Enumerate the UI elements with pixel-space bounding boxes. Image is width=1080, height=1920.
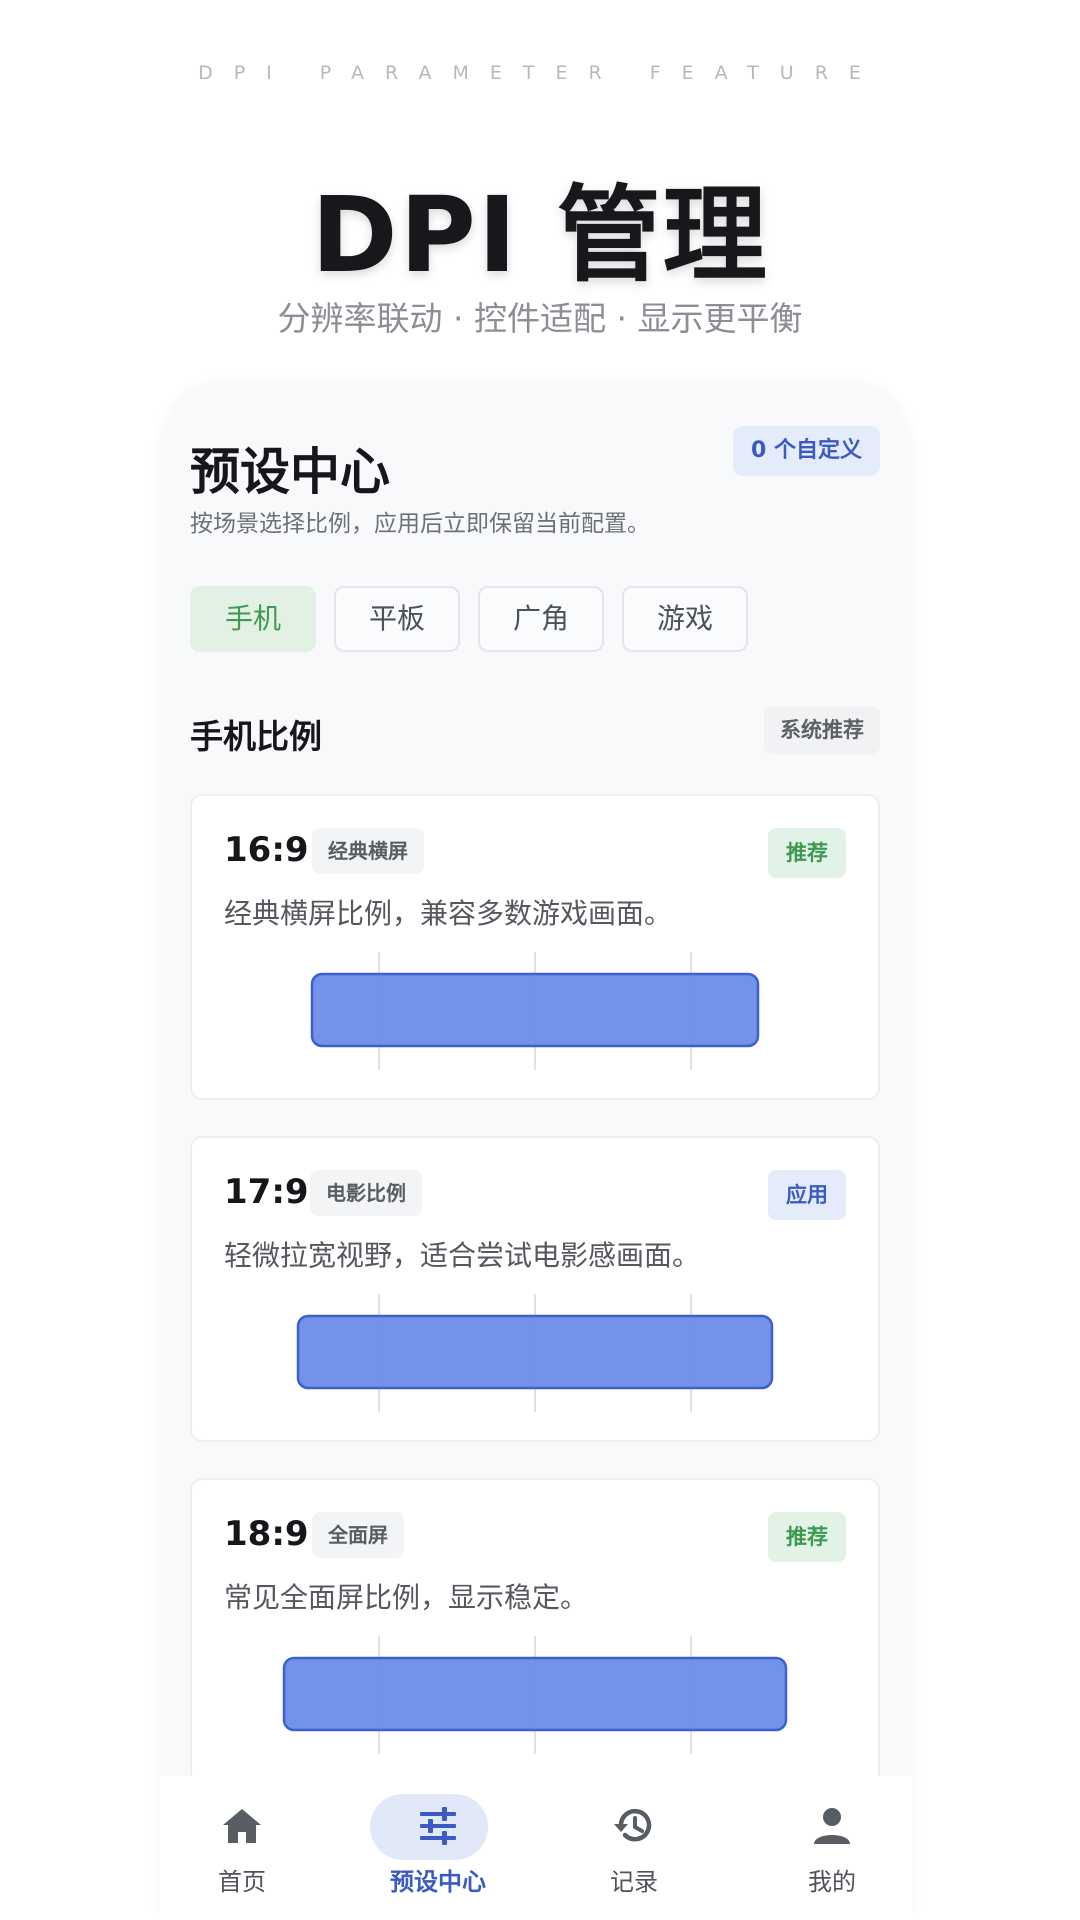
tab-phone[interactable]: 手机 <box>190 586 316 652</box>
ratio-tag: 电影比例 <box>310 1170 422 1216</box>
home-icon <box>220 1804 264 1848</box>
ratio-preview <box>310 952 760 1070</box>
page-description: 按场景选择比例，应用后立即保留当前配置。 <box>190 511 650 537</box>
ratio-value: 17:9 <box>224 1172 309 1212</box>
tab-game[interactable]: 游戏 <box>622 586 748 652</box>
category-tabs: 手机 平板 广角 游戏 <box>190 586 748 652</box>
recommend-badge: 推荐 <box>768 1512 846 1562</box>
user-icon <box>810 1804 854 1848</box>
ratio-card[interactable]: 16:9 经典横屏 推荐 经典横屏比例，兼容多数游戏画面。 <box>190 794 880 1100</box>
ratio-preview <box>296 1294 774 1412</box>
eyebrow-text: DPI PARAMETER FEATURE <box>198 62 882 84</box>
nav-item-profile[interactable]: 我的 <box>772 1804 892 1897</box>
hero-title: DPI 管理 <box>311 174 769 296</box>
custom-count-badge[interactable]: 0 个自定义 <box>733 426 880 476</box>
ratio-value: 16:9 <box>224 830 309 870</box>
bottom-nav: 首页 预设中心 记录 我的 <box>160 1776 912 1920</box>
nav-item-history[interactable]: 记录 <box>574 1804 694 1897</box>
sliders-icon <box>416 1804 460 1848</box>
tab-tablet[interactable]: 平板 <box>334 586 460 652</box>
ratio-tag: 全面屏 <box>312 1512 404 1558</box>
aspect-ratio-rect <box>282 1656 788 1732</box>
ratio-card[interactable]: 17:9 电影比例 应用 轻微拉宽视野，适合尝试电影感画面。 <box>190 1136 880 1442</box>
aspect-ratio-rect <box>310 972 760 1048</box>
nav-label: 首页 <box>218 1868 266 1896</box>
ratio-value: 18:9 <box>224 1514 309 1554</box>
ratio-description: 经典横屏比例，兼容多数游戏画面。 <box>224 897 673 930</box>
nav-label: 记录 <box>610 1868 658 1896</box>
history-icon <box>612 1804 656 1848</box>
apply-button[interactable]: 应用 <box>768 1170 846 1220</box>
ratio-description: 轻微拉宽视野，适合尝试电影感画面。 <box>224 1239 701 1272</box>
hero-subtitle: 分辨率联动 · 控件适配 · 显示更平衡 <box>277 299 803 338</box>
ratio-preview <box>282 1636 788 1754</box>
ratio-card[interactable]: 18:9 全面屏 推荐 常见全面屏比例，显示稳定。 <box>190 1478 880 1784</box>
section-tag: 系统推荐 <box>764 706 880 754</box>
phone-screen: 预设中心 0 个自定义 按场景选择比例，应用后立即保留当前配置。 手机 平板 广… <box>160 384 912 1920</box>
ratio-description: 常见全面屏比例，显示稳定。 <box>224 1581 589 1614</box>
section-title: 手机比例 <box>190 717 322 756</box>
recommend-badge: 推荐 <box>768 828 846 878</box>
tab-wide-angle[interactable]: 广角 <box>478 586 604 652</box>
nav-item-home[interactable]: 首页 <box>182 1804 302 1897</box>
nav-item-presets[interactable]: 预设中心 <box>370 1794 498 1897</box>
nav-label: 我的 <box>808 1868 856 1896</box>
nav-label: 预设中心 <box>390 1868 486 1896</box>
aspect-ratio-rect <box>296 1314 774 1390</box>
ratio-tag: 经典横屏 <box>312 828 424 874</box>
page-title: 预设中心 <box>190 443 390 501</box>
